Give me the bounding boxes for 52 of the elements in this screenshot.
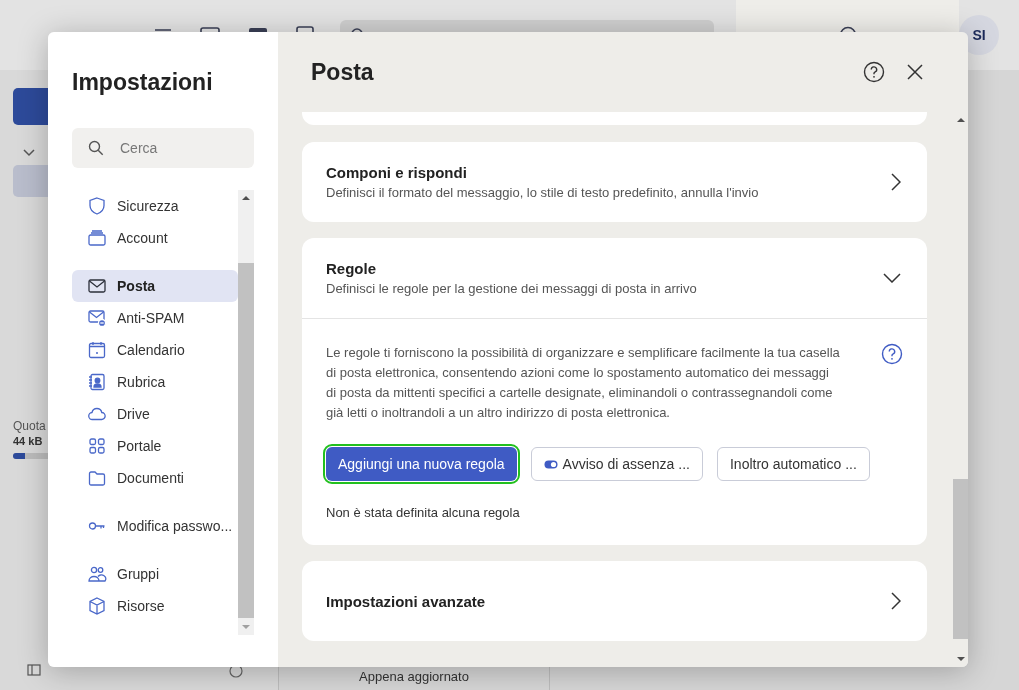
spam-icon <box>87 308 107 328</box>
scroll-up-icon[interactable] <box>956 117 965 123</box>
chevron-down-icon[interactable] <box>23 149 35 157</box>
nav-item[interactable]: Account <box>72 222 238 254</box>
nav-item[interactable]: Drive <box>72 398 238 430</box>
chevron-right-icon <box>891 173 901 191</box>
search-input[interactable]: Cerca <box>118 139 242 157</box>
search-field[interactable]: Cerca <box>72 128 254 168</box>
nav-item[interactable]: Rubrica <box>72 366 238 398</box>
calendar-icon <box>87 340 107 360</box>
rules-description: Le regole ti forniscono la possibilità di organizzare e semplificare facilmente la tua casella di posta elettronica, consentendo azioni come lo spostamento automatico dei messaggi di posta da mittenti specifici a cartelle designate, eliminandoli o contrassegnandoli come già letti o inoltrandoli a un altro indirizzo di posta elettronica. <box>326 344 841 422</box>
nav-item[interactable]: Gruppi <box>72 558 238 590</box>
section-header[interactable]: Regole Definisci le regole per la gestione dei messaggi di posta in arrivo <box>302 238 927 318</box>
cube-icon <box>87 596 107 616</box>
sidebar-toggle-icon[interactable] <box>27 664 41 676</box>
nav-item[interactable]: Documenti <box>72 462 238 494</box>
add-rule-button[interactable]: Aggiungi una nuova regola <box>326 447 517 481</box>
chevron-right-icon <box>891 592 901 610</box>
shield-icon <box>87 196 107 216</box>
grid-icon <box>87 436 107 456</box>
help-icon[interactable] <box>881 343 903 365</box>
search-icon <box>88 140 104 156</box>
mail-icon <box>87 276 107 296</box>
empty-message: Non è stata definita alcuna regola <box>326 505 521 520</box>
nav-item[interactable]: Posta <box>72 270 238 302</box>
scroll-up-icon[interactable] <box>242 195 250 201</box>
help-icon[interactable] <box>229 664 243 678</box>
section-header[interactable]: Impostazioni avanzate <box>302 561 927 641</box>
chevron-down-icon <box>883 273 901 283</box>
panel-title: Posta <box>311 58 374 86</box>
section-header[interactable]: Componi e rispondi Definisci il formato del messaggio, lo stile di testo predefinito, annulla l'invio <box>302 142 927 222</box>
nav-item[interactable]: Anti-SPAM <box>72 302 238 334</box>
nav-item[interactable]: Modifica passwo... <box>72 510 238 542</box>
folder-icon <box>87 468 107 488</box>
help-icon[interactable] <box>863 61 885 83</box>
status-text: Appena aggiornato <box>359 669 469 684</box>
nav-item[interactable]: Portale <box>72 430 238 462</box>
contacts-icon <box>87 372 107 392</box>
people-icon <box>87 564 107 584</box>
scroll-down-icon[interactable] <box>956 656 965 662</box>
quota-label: Quota <box>13 419 46 433</box>
nav-item[interactable]: Sicurezza <box>72 190 238 222</box>
action-button[interactable]: Inoltro automatico ... <box>716 447 870 481</box>
quota-value: 44 kB <box>13 435 43 447</box>
nav-item[interactable]: Calendario <box>72 334 238 366</box>
dialog-title: Impostazioni <box>72 68 214 96</box>
action-button[interactable]: Avviso di assenza ... <box>530 447 703 481</box>
close-icon[interactable] <box>907 64 923 80</box>
scrollbar[interactable] <box>238 190 254 635</box>
account-icon <box>87 228 107 248</box>
nav-item[interactable]: Risorse <box>72 590 238 622</box>
toggle-icon <box>543 459 558 469</box>
